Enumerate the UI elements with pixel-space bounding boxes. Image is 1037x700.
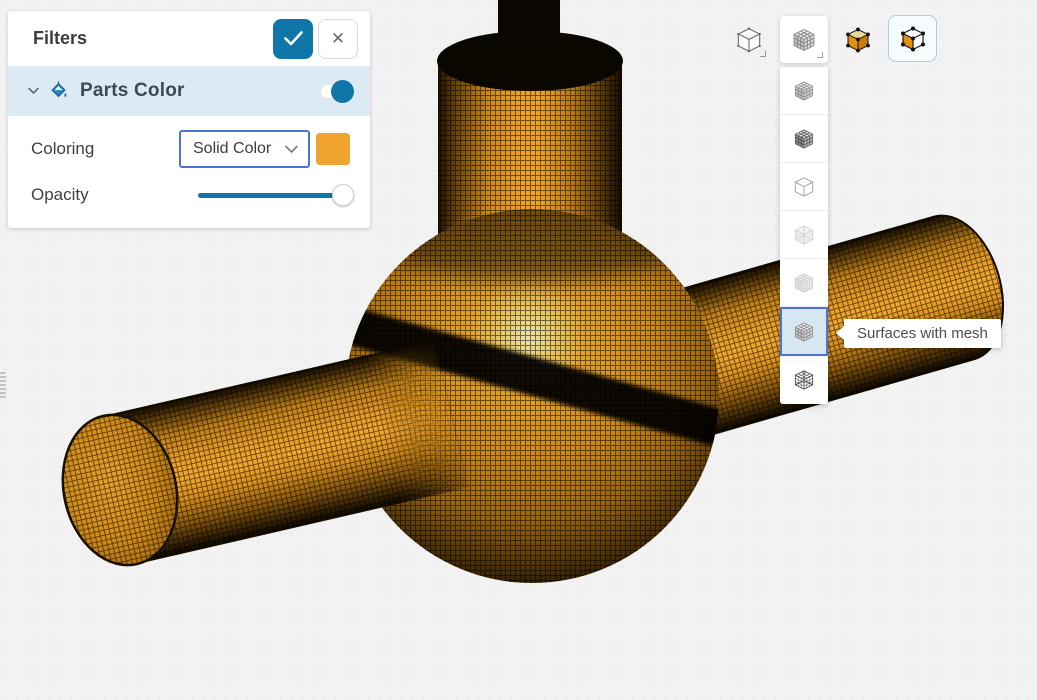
menu-item-solid-with-mesh[interactable]	[780, 67, 828, 115]
menu-item-surfaces-with-mesh[interactable]	[780, 307, 828, 356]
menu-item-surfaces[interactable]	[780, 163, 828, 211]
tooltip-surfaces-with-mesh: Surfaces with mesh	[844, 319, 1001, 348]
parts-color-toggle[interactable]	[320, 84, 350, 99]
solid-color-swatch[interactable]	[316, 133, 350, 165]
valve-left-pipe	[48, 339, 468, 576]
cube-orange-white-icon	[899, 24, 927, 54]
panel-title: Filters	[33, 28, 273, 49]
cube-transparent-icon	[792, 222, 816, 248]
filters-panel: Filters ✕ Parts Color Coloring	[8, 11, 370, 228]
cube-shaded-mesh-icon	[792, 126, 816, 152]
cube-surfaces-icon	[792, 174, 816, 200]
slider-knob[interactable]	[332, 184, 354, 206]
coloring-select-value: Solid Color	[193, 140, 285, 158]
close-filters-button[interactable]: ✕	[318, 19, 358, 59]
parts-color-label: Parts Color	[80, 80, 320, 102]
coloring-select[interactable]: Solid Color	[179, 130, 310, 168]
close-icon: ✕	[331, 29, 345, 49]
opacity-row: Opacity	[31, 184, 350, 206]
toggle-knob	[331, 80, 354, 103]
cube-mesh-wireframe-icon	[792, 367, 816, 393]
chevron-down-icon[interactable]	[28, 87, 39, 95]
menu-item-transparent-mesh[interactable]	[780, 259, 828, 307]
apply-filters-button[interactable]	[273, 19, 313, 59]
flyout-corner-mark	[817, 52, 823, 58]
filters-panel-header: Filters ✕	[8, 11, 370, 66]
menu-item-mesh-wireframe[interactable]	[780, 356, 828, 404]
parts-color-section-header[interactable]: Parts Color	[8, 66, 370, 116]
coloring-label: Coloring	[31, 139, 179, 159]
cube-surfaces-with-mesh-icon	[792, 319, 816, 345]
cube-solid-with-mesh-icon	[792, 78, 816, 104]
mesh-display-mode-button[interactable]	[780, 16, 828, 63]
parts-color-settings: Coloring Solid Color Opacity	[8, 116, 370, 228]
menu-item-shaded-mesh[interactable]	[780, 115, 828, 163]
opacity-slider[interactable]	[198, 184, 344, 206]
menu-item-transparent[interactable]	[780, 211, 828, 259]
left-panel-handle[interactable]	[0, 372, 6, 398]
opacity-label: Opacity	[31, 185, 198, 205]
cube-transparent-mesh-icon	[792, 270, 816, 296]
render-mode-button[interactable]	[727, 17, 771, 62]
mesh-view-button[interactable]	[888, 15, 937, 62]
slider-track	[198, 193, 344, 198]
geometry-view-button[interactable]	[836, 17, 880, 62]
valve-stem	[498, 0, 560, 48]
valve-bonnet	[437, 0, 623, 236]
flyout-corner-mark	[760, 51, 766, 57]
paint-bucket-icon	[47, 80, 70, 102]
cube-solid-orange-icon	[844, 25, 872, 55]
check-icon	[284, 31, 303, 46]
coloring-row: Coloring Solid Color	[31, 130, 350, 168]
mesh-display-menu	[780, 67, 828, 404]
cube-mesh-icon	[790, 25, 818, 55]
chevron-down-icon	[285, 145, 298, 154]
